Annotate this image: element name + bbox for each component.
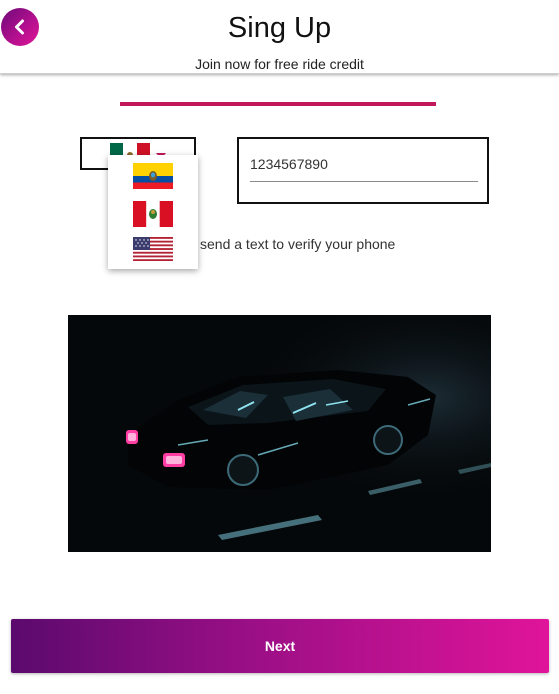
peru-flag-icon bbox=[133, 201, 173, 227]
verify-hint: send a text to verify your phone bbox=[200, 236, 396, 252]
option-united-states[interactable] bbox=[133, 237, 173, 263]
phone-input[interactable] bbox=[250, 151, 478, 182]
car-illustration bbox=[68, 315, 491, 552]
option-ecuador[interactable] bbox=[133, 163, 173, 189]
header: Sing Up Join now for free ride credit bbox=[0, 0, 559, 74]
next-button[interactable]: Next bbox=[11, 619, 549, 673]
page-title: Sing Up bbox=[227, 12, 332, 44]
option-peru[interactable] bbox=[133, 201, 173, 227]
united-states-flag-icon bbox=[133, 237, 173, 261]
country-dropdown bbox=[108, 155, 198, 269]
progress-bar bbox=[120, 102, 436, 106]
ecuador-flag-icon bbox=[133, 163, 173, 189]
phone-field bbox=[237, 137, 489, 204]
page-subtitle: Join now for free ride credit bbox=[195, 56, 364, 72]
